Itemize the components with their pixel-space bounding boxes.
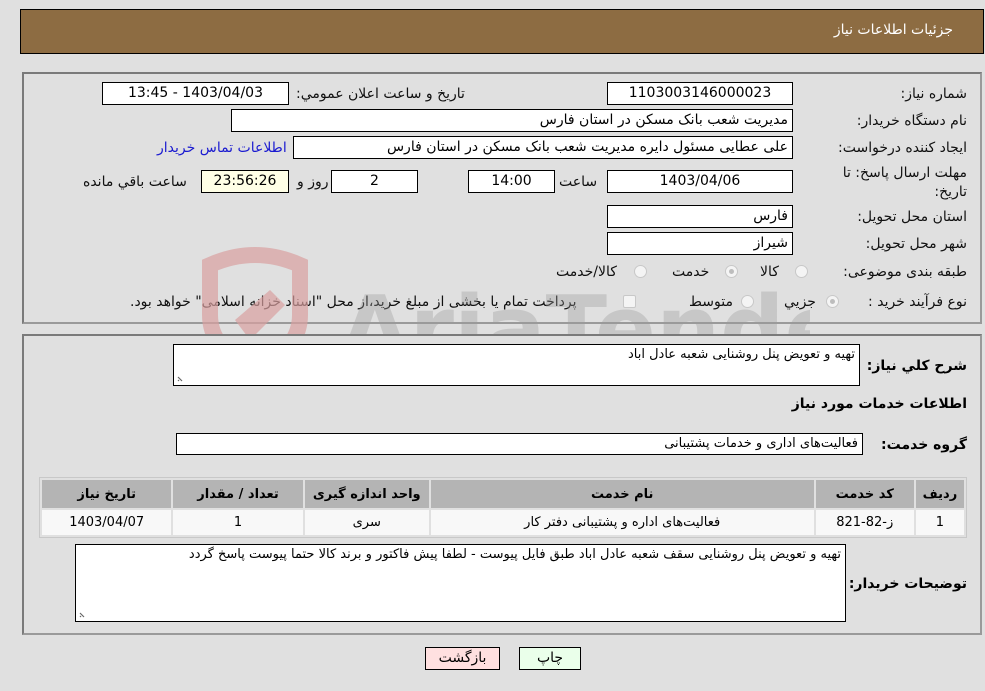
- buyer-org-label: نام دستگاه خریدار:: [856, 113, 967, 129]
- buyer-contact-link[interactable]: اطلاعات تماس خریدار: [157, 140, 287, 156]
- table-row: 1 ز-82-821 فعالیت‌های اداره و پشتیبانی د…: [42, 510, 964, 535]
- service-group-field: فعالیت‌های اداری و خدمات پشتیبانی: [176, 433, 863, 455]
- purchase-type-label: نوع فرآیند خرید :: [868, 294, 967, 310]
- announce-datetime-field: 1403/04/03 - 13:45: [102, 82, 289, 105]
- col-header-quantity: تعداد / مقدار: [173, 480, 303, 508]
- deadline-label: مهلت ارسال پاسخ: تا تاریخ:: [842, 165, 967, 200]
- delivery-city-label: شهر محل تحویل:: [865, 236, 967, 252]
- treasury-note: پرداخت تمام یا بخشی از مبلغ خرید،از محل …: [130, 294, 577, 310]
- deadline-time-field: 14:00: [468, 170, 555, 193]
- description-text: تهیه و تعویض پنل روشنایی شعبه عادل اباد: [627, 347, 855, 362]
- buyer-org-field: مدیریت شعب بانک مسکن در استان فارس: [231, 109, 793, 132]
- deadline-time-label: ساعت: [559, 174, 598, 190]
- need-number-label: شماره نیاز:: [900, 86, 968, 102]
- days-label: روز و: [297, 174, 329, 190]
- page-title: جزئیات اطلاعات نیاز: [833, 22, 953, 38]
- buyer-notes-label: توضیحات خریدار:: [848, 576, 967, 592]
- cell-unit: سری: [304, 510, 429, 535]
- category-radio-goods[interactable]: [795, 265, 808, 278]
- category-radio-service[interactable]: [725, 265, 738, 278]
- delivery-province-label: استان محل تحویل:: [857, 209, 967, 225]
- purchase-type-option-minor: جزيي: [784, 294, 816, 310]
- cell-service-name: فعالیت‌های اداره و پشتیبانی دفتر کار: [430, 510, 814, 535]
- col-header-service-code: کد خدمت: [815, 480, 914, 508]
- category-option-service: خدمت: [672, 264, 710, 280]
- purchase-type-option-medium: متوسط: [689, 294, 733, 310]
- remaining-days-field: 2: [331, 170, 418, 193]
- category-radio-goods-service[interactable]: [634, 265, 647, 278]
- back-button[interactable]: بازگشت: [425, 647, 500, 670]
- description-field: تهیه و تعویض پنل روشنایی شعبه عادل اباد: [173, 344, 860, 386]
- col-header-row-number: ردیف: [915, 480, 964, 508]
- cell-need-date: 1403/04/07: [42, 510, 172, 535]
- col-header-unit: واحد اندازه گیری: [304, 480, 429, 508]
- category-label: طبقه بندی موضوعی:: [843, 264, 967, 280]
- announce-datetime-label: تاریخ و ساعت اعلان عمومي:: [296, 86, 465, 102]
- treasury-checkbox[interactable]: [623, 295, 636, 308]
- page-header: جزئیات اطلاعات نیاز: [20, 9, 984, 54]
- cell-service-code: ز-82-821: [815, 510, 914, 535]
- description-label: شرح کلي نیاز:: [866, 358, 967, 374]
- remaining-time-label: ساعت باقي مانده: [83, 174, 187, 190]
- purchase-type-radio-medium[interactable]: [741, 295, 754, 308]
- requester-field: علی عطایی مسئول دایره مدیریت شعب بانک مس…: [293, 136, 793, 159]
- print-button[interactable]: چاپ: [519, 647, 581, 670]
- resize-handle-icon[interactable]: [176, 373, 186, 383]
- resize-handle-icon[interactable]: [78, 609, 88, 619]
- requester-label: ایجاد کننده درخواست:: [838, 140, 967, 156]
- remaining-time-field: 23:56:26: [201, 170, 289, 193]
- col-header-service-name: نام خدمت: [430, 480, 814, 508]
- buyer-notes-field: تهیه و تعویض پنل روشنایی سقف شعبه عادل ا…: [75, 544, 846, 622]
- delivery-city-field: شیراز: [607, 232, 793, 255]
- purchase-type-radio-minor[interactable]: [826, 295, 839, 308]
- col-header-need-date: تاریخ نیاز: [42, 480, 172, 508]
- cell-quantity: 1: [173, 510, 303, 535]
- service-group-label: گروه خدمت:: [881, 437, 967, 453]
- category-option-goods-service: کالا/خدمت: [556, 264, 617, 280]
- cell-row-number: 1: [915, 510, 964, 535]
- deadline-date-field: 1403/04/06: [607, 170, 793, 193]
- category-option-goods: کالا: [760, 264, 779, 280]
- services-table: ردیف کد خدمت نام خدمت واحد اندازه گیری ت…: [39, 477, 967, 538]
- services-section-title: اطلاعات خدمات مورد نیاز: [791, 396, 967, 412]
- delivery-province-field: فارس: [607, 205, 793, 228]
- buyer-notes-text: تهیه و تعویض پنل روشنایی سقف شعبه عادل ا…: [188, 547, 841, 562]
- need-number-field: 1103003146000023: [607, 82, 793, 105]
- table-header-row: ردیف کد خدمت نام خدمت واحد اندازه گیری ت…: [42, 480, 964, 508]
